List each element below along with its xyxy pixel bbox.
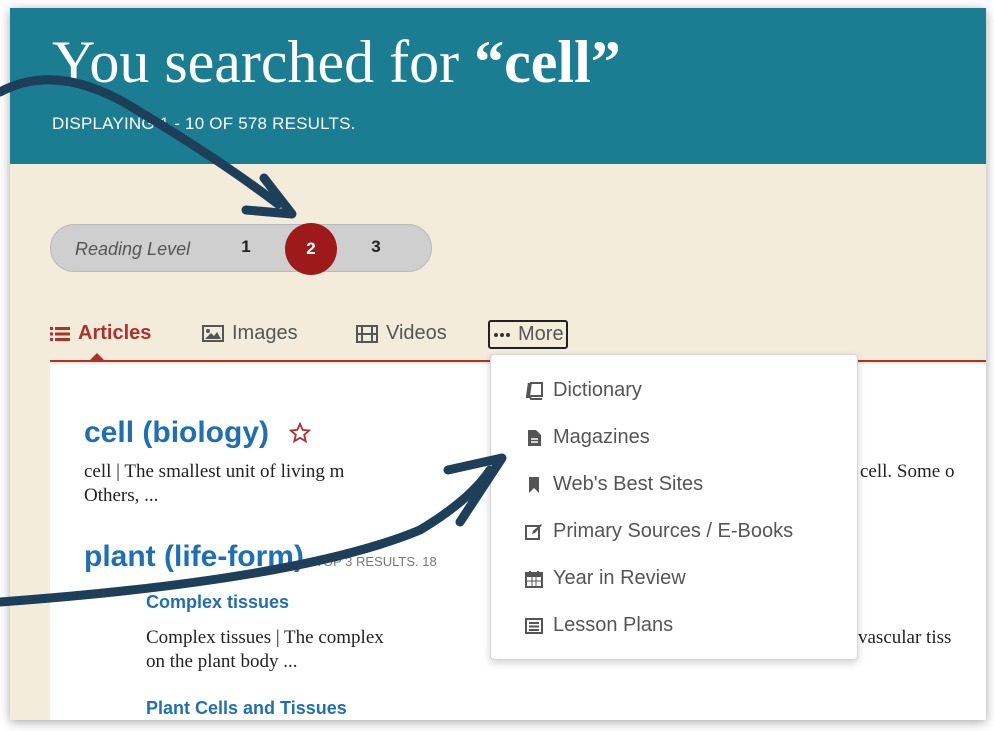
menu-item-webs-best-sites[interactable]: Web's Best Sites [525, 473, 703, 496]
star-icon[interactable] [288, 421, 312, 444]
film-icon [356, 324, 378, 343]
reading-level-2-button[interactable]: 2 [285, 223, 337, 275]
list-icon [50, 326, 70, 341]
result-snippet-continued: cell. Some o [860, 461, 955, 482]
results-count: DISPLAYING 1 - 10 OF 578 RESULTS. [52, 114, 356, 133]
menu-item-primary-sources[interactable]: Primary Sources / E-Books [525, 520, 793, 543]
edit-icon [525, 523, 543, 541]
top-results-tag: - TOP 3 RESULTS. 18 [303, 554, 437, 569]
screenshot-frame: You searched for “cell” DISPLAYING 1 - 1… [10, 8, 986, 720]
menu-item-label: Web's Best Sites [553, 473, 704, 495]
bookmark-icon [525, 476, 543, 494]
tab-more-label: More [518, 323, 564, 345]
tab-articles-label: Articles [78, 322, 152, 344]
menu-item-label: Magazines [553, 426, 650, 448]
document-icon [525, 429, 543, 447]
tab-videos[interactable]: Videos [356, 322, 447, 345]
subresult-snippet: Complex tissues | The complex [146, 627, 384, 648]
menu-item-label: Year in Review [553, 567, 686, 589]
menu-item-lesson-plans[interactable]: Lesson Plans [525, 614, 673, 637]
book-icon [525, 381, 543, 400]
result-title: cell (biology) [84, 416, 270, 449]
menu-item-year-in-review[interactable]: Year in Review [525, 567, 686, 590]
result-link-plant[interactable]: plant (life-form) - TOP 3 RESULTS. 18 [84, 540, 437, 574]
menu-item-label: Primary Sources / E-Books [553, 520, 794, 542]
image-icon [202, 325, 224, 342]
tab-more[interactable]: More [488, 320, 568, 349]
subresult-snippet-line2: on the plant body ... [146, 651, 298, 672]
page-title: You searched for “cell” [52, 32, 621, 92]
result-snippet: cell | The smallest unit of living m [84, 461, 345, 482]
ellipsis-icon [494, 332, 510, 337]
search-query: “cell” [474, 29, 621, 95]
menu-item-magazines[interactable]: Magazines [525, 426, 650, 449]
result-link-cell-biology[interactable]: cell (biology) [84, 416, 312, 450]
title-prefix: You searched for [52, 29, 475, 95]
reading-level-selector: Reading Level 1 2 3 [50, 223, 432, 275]
tab-articles[interactable]: Articles [50, 322, 152, 360]
tab-videos-label: Videos [386, 322, 447, 344]
subresult-snippet-continued: vascular tiss [858, 627, 952, 648]
result-title: plant (life-form) [84, 540, 304, 573]
menu-item-label: Lesson Plans [553, 614, 674, 636]
menu-item-dictionary[interactable]: Dictionary [525, 379, 642, 402]
reading-level-1-button[interactable]: 1 [233, 237, 259, 257]
reading-level-3-button[interactable]: 3 [363, 237, 389, 257]
menu-item-label: Dictionary [553, 379, 642, 401]
reading-level-label: Reading Level [75, 239, 191, 259]
result-snippet-line2: Others, ... [84, 485, 159, 506]
subresult-link-plant-cells[interactable]: Plant Cells and Tissues [146, 698, 347, 719]
list-alt-icon [525, 617, 543, 635]
tab-images-label: Images [232, 322, 298, 344]
subresult-link-complex-tissues[interactable]: Complex tissues [146, 592, 289, 613]
search-header: You searched for “cell” DISPLAYING 1 - 1… [10, 8, 986, 164]
more-dropdown-menu: Dictionary Magazines Web's Best Sites Pr… [490, 354, 858, 660]
calendar-icon [525, 570, 543, 588]
tab-images[interactable]: Images [202, 322, 298, 345]
